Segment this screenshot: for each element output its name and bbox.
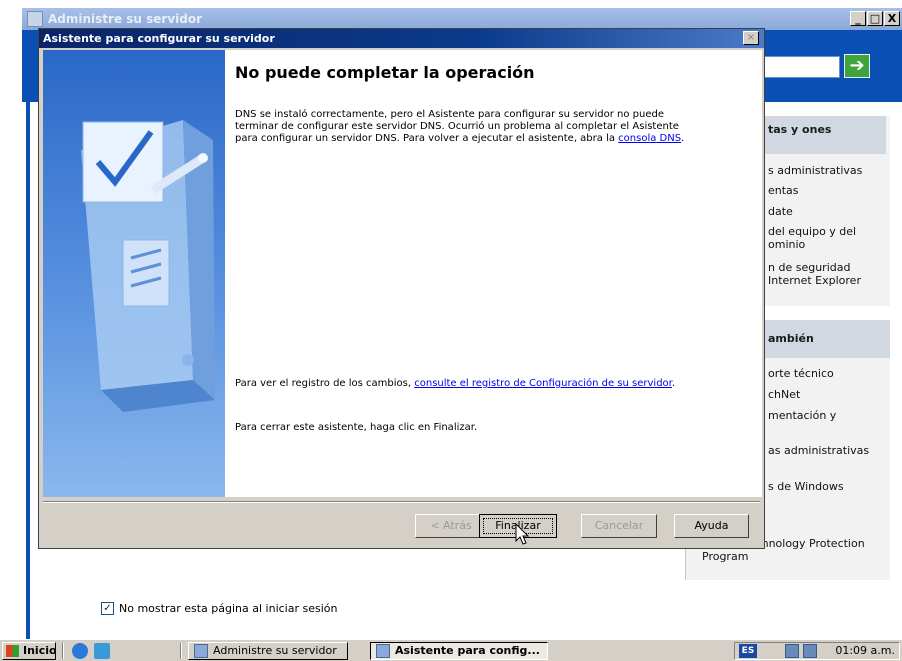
system-tray: ES 01:09 a.m. [734,642,900,660]
quick-launch-icon[interactable] [94,643,110,659]
wizard-content: No puede completar la operación DNS se i… [225,50,762,497]
taskbar-divider [62,643,64,659]
mouse-pointer-icon [515,523,530,545]
dns-message-end: . [681,133,685,144]
back-button[interactable]: < Atrás [415,514,487,538]
no-show-checkbox[interactable]: ✓ [101,602,114,615]
panel-link[interactable]: chNet [768,388,890,401]
server-icon [27,11,43,27]
cancel-button[interactable]: Cancelar [581,514,657,538]
no-show-label: No mostrar esta página al iniciar sesión [119,602,338,615]
taskbar: Inicio Administre su servidor Asistente … [0,639,902,661]
help-button[interactable]: Ayuda [674,514,749,538]
dns-message: DNS se instaló correctamente, pero el As… [235,109,685,145]
language-indicator[interactable]: ES [739,644,757,658]
close-message: Para cerrar este asistente, haga clic en… [235,422,478,433]
panel-link[interactable]: s de Windows [768,480,890,493]
panel-link[interactable]: mentación y [768,409,890,422]
wizard-close-button[interactable]: × [743,31,759,45]
go-arrow-button[interactable]: ➔ [844,54,870,78]
panel-link[interactable]: s administrativas [768,164,890,177]
server-icon [194,644,208,658]
close-button[interactable]: X [884,11,900,26]
maximize-button[interactable]: □ [867,11,883,26]
task-wizard[interactable]: Asistente para config... [370,642,548,660]
log-message-end: . [671,378,676,389]
panel-link[interactable]: entas [768,184,890,197]
wizard-title: Asistente para configurar su servidor [43,32,275,45]
panel-link[interactable]: orte técnico [768,367,890,380]
network-icon[interactable] [785,644,799,658]
start-label: Inicio [23,644,57,657]
taskbar-divider [180,643,182,659]
wizard-banner [43,50,225,497]
clock: 01:09 a.m. [835,644,895,657]
config-log-link[interactable]: consulte el registro de Configuración de… [414,378,672,389]
panel-link[interactable]: del equipo y del ominio [768,225,890,251]
wizard-titlebar[interactable]: Asistente para configurar su servidor × [39,29,764,48]
window-left-border [26,30,30,640]
minimize-button[interactable]: _ [850,11,866,26]
window-controls: _ □ X [850,11,900,26]
wizard-icon [376,644,390,658]
manage-server-titlebar[interactable]: Administre su servidor _ □ X [22,8,902,30]
log-message-text: Para ver el registro de los cambios, [235,378,415,389]
manage-server-title: Administre su servidor [48,12,203,26]
panel-link[interactable]: n de seguridad Internet Explorer [768,261,890,287]
desktop: Administre su servidor _ □ X ➔ tas y one… [0,0,902,661]
search-input[interactable] [762,56,840,78]
button-separator [43,501,760,503]
no-show-option[interactable]: ✓ No mostrar esta página al iniciar sesi… [101,602,337,615]
internet-explorer-icon[interactable] [72,643,88,659]
panel-link[interactable]: as administrativas [768,444,890,457]
windows-logo-icon [6,645,19,657]
task-label: Administre su servidor [213,644,337,657]
dns-console-link[interactable]: consola DNS [618,133,681,144]
task-label: Asistente para config... [395,644,540,657]
wizard-dialog: Asistente para configurar su servidor × … [38,28,765,549]
panel-link[interactable]: date [768,205,890,218]
log-message: Para ver el registro de los cambios, con… [235,378,685,390]
start-button[interactable]: Inicio [2,642,57,660]
dns-message-text: DNS se instaló correctamente, pero el As… [235,109,679,144]
wizard-heading: No puede completar la operación [235,63,535,82]
task-manage-server[interactable]: Administre su servidor [188,642,348,660]
tray-app-icon[interactable] [803,644,817,658]
server-checklist-icon [81,120,215,412]
